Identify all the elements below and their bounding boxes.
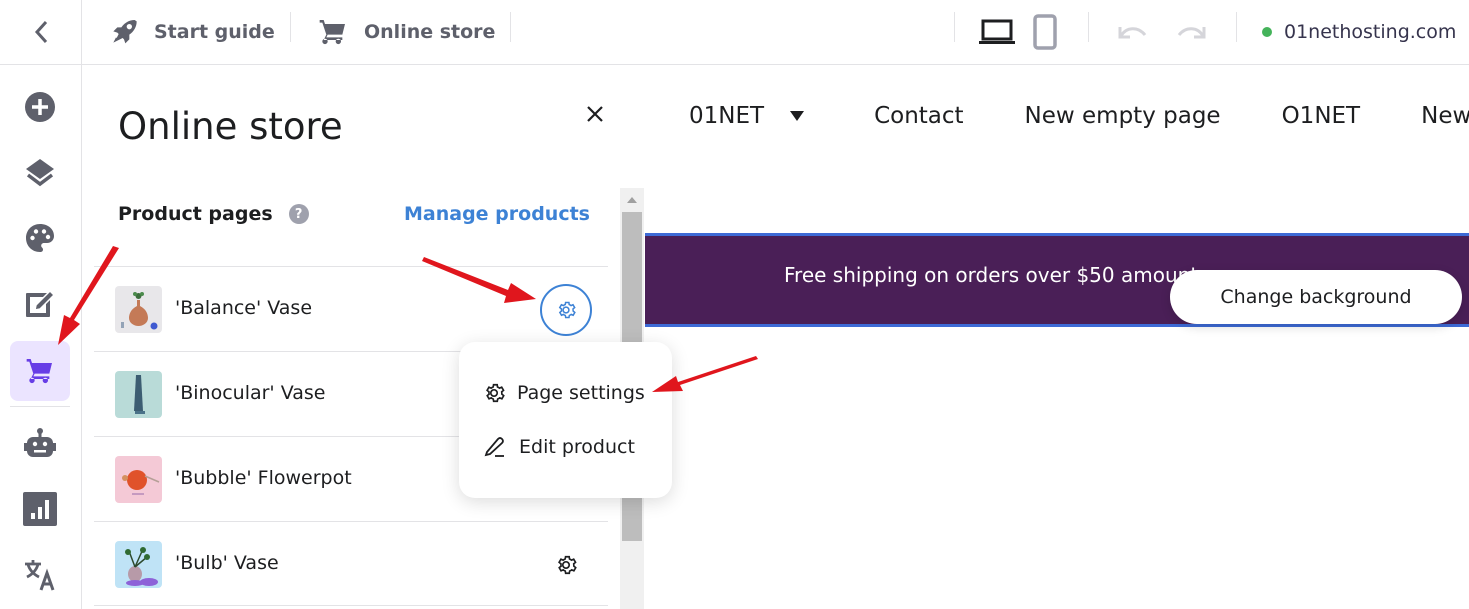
status-dot-icon bbox=[1262, 27, 1272, 37]
redo-button[interactable] bbox=[1176, 0, 1210, 64]
palette-icon bbox=[26, 224, 54, 252]
product-pages-label: Product pages bbox=[118, 203, 273, 225]
section-label: Product pages ? bbox=[118, 203, 309, 225]
list-item[interactable]: 'Balance' Vase bbox=[94, 266, 608, 351]
undo-icon bbox=[1118, 27, 1147, 39]
product-name: 'Binocular' Vase bbox=[175, 382, 326, 404]
manage-products-link[interactable]: Manage products bbox=[404, 203, 590, 225]
product-thumbnail bbox=[115, 541, 162, 588]
product-name: 'Balance' Vase bbox=[175, 297, 313, 319]
nav-link[interactable]: O1NET bbox=[1282, 103, 1361, 129]
product-settings-button[interactable] bbox=[540, 284, 592, 336]
edit-icon bbox=[26, 289, 56, 317]
rocket-icon bbox=[113, 20, 137, 44]
divider bbox=[10, 406, 70, 407]
sidebar-item-layers[interactable] bbox=[10, 142, 70, 202]
domain-label: 01nethosting.com bbox=[1284, 21, 1457, 43]
plus-circle-icon bbox=[25, 92, 55, 122]
help-icon[interactable]: ? bbox=[288, 204, 309, 224]
divider bbox=[1088, 12, 1089, 42]
product-name: 'Bubble' Flowerpot bbox=[175, 467, 352, 489]
product-thumbnail bbox=[115, 286, 162, 333]
chevron-left-icon bbox=[34, 20, 47, 44]
menu-item-label: Edit product bbox=[519, 436, 635, 458]
gear-icon bbox=[486, 383, 505, 403]
site-preview-canvas: 01NET Contact New empty page O1NET New F… bbox=[645, 65, 1469, 609]
product-name: 'Bulb' Vase bbox=[175, 552, 279, 574]
cart-icon bbox=[319, 20, 345, 45]
redo-icon bbox=[1177, 27, 1206, 39]
menu-item-page-settings[interactable]: Page settings bbox=[483, 378, 645, 408]
product-thumbnail bbox=[115, 456, 162, 503]
online-store-button[interactable]: Online store bbox=[316, 0, 495, 64]
translate-icon bbox=[25, 560, 55, 591]
desktop-icon bbox=[979, 19, 1015, 44]
list-item[interactable]: 'Bulb' Vase bbox=[94, 521, 608, 606]
robot-icon bbox=[24, 428, 56, 457]
site-domain[interactable]: 01nethosting.com bbox=[1262, 0, 1456, 64]
analytics-icon bbox=[23, 492, 57, 526]
undo-button[interactable] bbox=[1114, 0, 1148, 64]
sidebar-item-edit[interactable] bbox=[10, 273, 70, 333]
top-bar: Start guide Online store 01nethosting.co… bbox=[0, 0, 1469, 65]
product-thumbnail bbox=[115, 371, 162, 418]
left-sidebar bbox=[0, 65, 82, 609]
close-icon bbox=[587, 106, 603, 122]
cart-icon bbox=[26, 359, 52, 384]
scroll-up-button[interactable] bbox=[620, 188, 644, 212]
gear-icon bbox=[558, 555, 577, 575]
sidebar-item-ai[interactable] bbox=[10, 413, 70, 473]
nav-link[interactable]: Contact bbox=[874, 103, 963, 129]
start-guide-label: Start guide bbox=[154, 21, 275, 43]
divider bbox=[510, 12, 511, 42]
desktop-view-button[interactable] bbox=[978, 0, 1016, 64]
sidebar-item-design[interactable] bbox=[10, 208, 70, 268]
caret-up-icon bbox=[627, 197, 637, 203]
site-navigation: 01NET Contact New empty page O1NET New bbox=[689, 103, 1469, 129]
divider bbox=[954, 12, 955, 42]
gear-icon bbox=[558, 301, 576, 319]
sidebar-item-translate[interactable] bbox=[10, 545, 70, 605]
nav-link[interactable]: 01NET bbox=[689, 103, 764, 129]
product-settings-button[interactable] bbox=[540, 539, 592, 591]
sidebar-item-store[interactable] bbox=[10, 341, 70, 401]
mobile-view-button[interactable] bbox=[1033, 0, 1057, 64]
panel-title: Online store bbox=[118, 105, 343, 148]
sidebar-item-add[interactable] bbox=[10, 77, 70, 137]
sidebar-item-analytics[interactable] bbox=[10, 479, 70, 539]
online-store-label: Online store bbox=[364, 21, 496, 43]
menu-item-label: Page settings bbox=[517, 382, 645, 404]
nav-link[interactable]: New bbox=[1421, 103, 1469, 129]
divider bbox=[290, 12, 291, 42]
banner-text: Free shipping on orders over $50 amount bbox=[784, 263, 1199, 287]
caret-down-icon[interactable] bbox=[790, 111, 805, 121]
pencil-icon bbox=[484, 437, 504, 457]
nav-link[interactable]: New empty page bbox=[1025, 103, 1221, 129]
close-button[interactable] bbox=[582, 101, 608, 127]
mobile-icon bbox=[1033, 14, 1057, 50]
back-button[interactable] bbox=[0, 0, 82, 64]
online-store-panel: Online store Product pages ? Manage prod… bbox=[82, 65, 645, 609]
layers-icon bbox=[26, 159, 54, 187]
menu-item-edit-product[interactable]: Edit product bbox=[483, 432, 635, 462]
change-background-button[interactable]: Change background bbox=[1170, 270, 1462, 324]
product-context-menu: Page settings Edit product bbox=[459, 342, 672, 498]
divider bbox=[1236, 12, 1237, 42]
start-guide-button[interactable]: Start guide bbox=[108, 0, 275, 64]
